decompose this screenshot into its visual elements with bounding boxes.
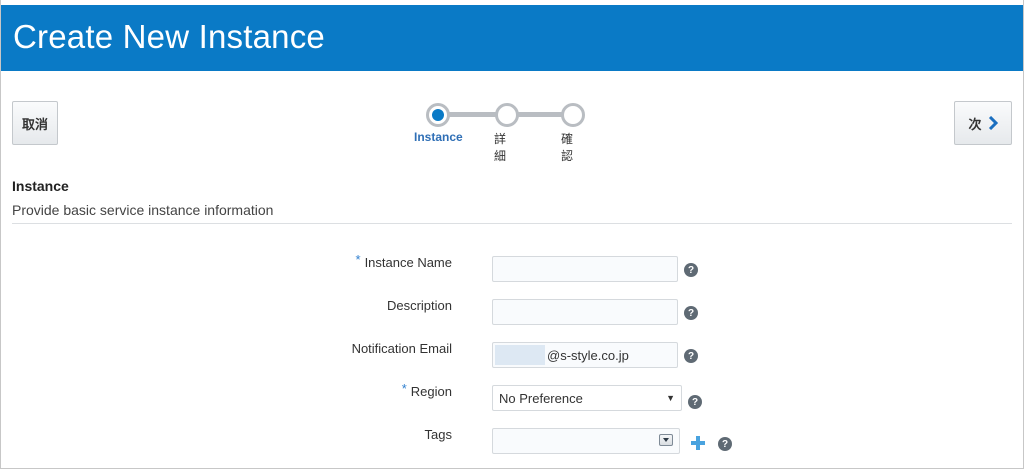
train-label-instance[interactable]: Instance	[414, 130, 463, 144]
redacted-email-prefix	[495, 345, 545, 365]
region-label: * Region	[401, 381, 452, 399]
notification-email-label: Notification Email	[352, 341, 452, 356]
region-select[interactable]: No Preference ▼	[492, 385, 682, 411]
notification-email-input[interactable]: @s-style.co.jp	[492, 342, 678, 368]
train-connector	[448, 112, 500, 117]
instance-name-label-text: Instance Name	[364, 255, 452, 270]
description-input[interactable]	[492, 299, 678, 325]
chevron-right-icon	[988, 116, 998, 130]
tags-label: Tags	[425, 427, 452, 442]
plus-icon[interactable]	[690, 435, 706, 451]
description-label-text: Description	[386, 298, 452, 313]
train-stop-instance[interactable]	[426, 103, 450, 127]
required-marker: *	[355, 252, 361, 267]
train-label-details[interactable]: 詳細	[494, 130, 506, 164]
page-title: Create New Instance	[13, 18, 325, 55]
train-label-confirm[interactable]: 確認	[561, 130, 573, 164]
help-icon[interactable]: ?	[688, 395, 702, 409]
notification-email-value: @s-style.co.jp	[547, 347, 629, 363]
train-stop-confirm[interactable]	[561, 103, 585, 127]
required-marker: *	[401, 381, 407, 396]
region-selected-value: No Preference	[499, 390, 583, 406]
section-divider	[12, 223, 1012, 224]
region-label-text: Region	[410, 384, 452, 399]
next-button-label: 次	[968, 116, 982, 132]
section-title: Instance	[12, 178, 69, 194]
cancel-button-label: 取消	[21, 116, 48, 132]
instance-name-input[interactable]	[492, 256, 678, 282]
train-connector	[514, 112, 566, 117]
train-stop-details[interactable]	[495, 103, 519, 127]
cancel-button[interactable]: 取消	[12, 101, 58, 145]
instance-name-label: * Instance Name	[355, 252, 453, 270]
tags-input[interactable]	[492, 428, 680, 454]
help-icon[interactable]: ?	[684, 349, 698, 363]
description-label: Description	[387, 298, 452, 313]
help-icon[interactable]: ?	[684, 306, 698, 320]
page-header: Create New Instance	[1, 5, 1023, 71]
notification-email-label-text: Notification Email	[351, 341, 452, 356]
tags-dropdown-button[interactable]	[659, 434, 673, 446]
chevron-down-icon: ▼	[666, 393, 675, 403]
next-button[interactable]: 次	[954, 101, 1012, 145]
tags-label-text: Tags	[424, 427, 452, 442]
help-icon[interactable]: ?	[684, 263, 698, 277]
section-subtitle: Provide basic service instance informati…	[12, 202, 274, 218]
help-icon[interactable]: ?	[718, 437, 732, 451]
